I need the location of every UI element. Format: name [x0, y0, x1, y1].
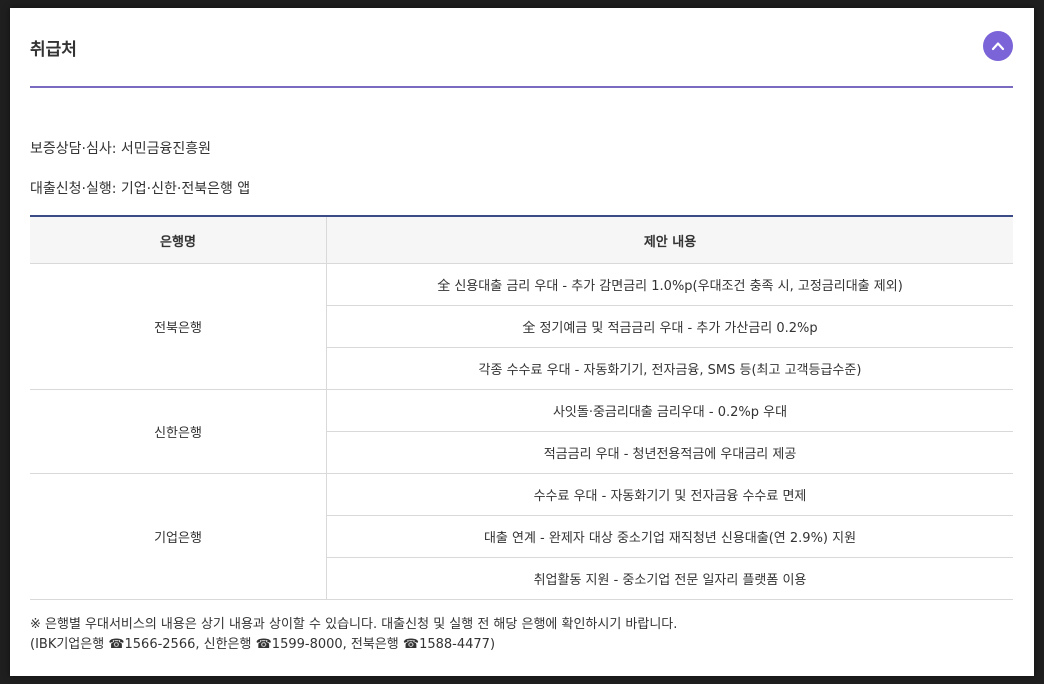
consultation-info: 보증상담·심사: 서민금융진흥원 — [30, 141, 212, 157]
offer-cell: 각종 수수료 우대 - 자동화기기, 전자금융, SMS 등(최고 고객등급수준… — [326, 347, 1013, 390]
offer-cell: 취업활동 지원 - 중소기업 전문 일자리 플랫폼 이용 — [326, 557, 1013, 600]
offer-cell: 사잇돌·중금리대출 금리우대 - 0.2%p 우대 — [326, 389, 1013, 432]
offer-cell: 수수료 우대 - 자동화기기 및 전자금융 수수료 면제 — [326, 473, 1013, 516]
table-header-row: 은행명 제안 내용 — [30, 216, 1013, 264]
notice-text: ※ 은행별 우대서비스의 내용은 상기 내용과 상이할 수 있습니다. 대출신청… — [30, 615, 677, 655]
offer-cell: 대출 연계 - 완제자 대상 중소기업 재직청년 신용대출(연 2.9%) 지원 — [326, 515, 1013, 558]
notice-line: ※ 은행별 우대서비스의 내용은 상기 내용과 상이할 수 있습니다. 대출신청… — [30, 617, 678, 632]
bank-name-cell: 신한은행 — [30, 389, 327, 474]
section-header: 취급처 — [30, 8, 1013, 88]
bank-name-cell: 전북은행 — [30, 263, 327, 390]
column-header-offer: 제안 내용 — [326, 216, 1013, 264]
collapse-toggle-button[interactable] — [983, 31, 1013, 61]
table-row: 전북은행 全 신용대출 금리 우대 - 추가 감면금리 1.0%p(우대조건 충… — [30, 263, 1013, 390]
chevron-up-icon — [991, 42, 1005, 51]
column-header-bank: 은행명 — [30, 216, 327, 264]
section-title: 취급처 — [30, 40, 77, 60]
offer-cell: 적금금리 우대 - 청년전용적금에 우대금리 제공 — [326, 431, 1013, 474]
bank-offer-table: 은행명 제안 내용 전북은행 全 신용대출 금리 우대 - 추가 감면금리 1.… — [30, 215, 1013, 600]
offer-cell: 全 정기예금 및 적금금리 우대 - 추가 가산금리 0.2%p — [326, 305, 1013, 348]
bank-name-cell: 기업은행 — [30, 473, 327, 600]
loan-execution-info: 대출신청·실행: 기업·신한·전북은행 앱 — [30, 181, 251, 197]
contact-line: (IBK기업은행 ☎1566-2566, 신한은행 ☎1599-8000, 전북… — [30, 637, 496, 652]
table-row: 신한은행 사잇돌·중금리대출 금리우대 - 0.2%p 우대 — [30, 389, 1013, 474]
offer-cell: 全 신용대출 금리 우대 - 추가 감면금리 1.0%p(우대조건 충족 시, … — [326, 263, 1013, 306]
table-row: 기업은행 수수료 우대 - 자동화기기 및 전자금융 수수료 면제 — [30, 473, 1013, 600]
handling-institutions-panel: 취급처 보증상담·심사: 서민금융진흥원 대출신청·실행: 기업·신한·전북은행… — [10, 8, 1034, 676]
